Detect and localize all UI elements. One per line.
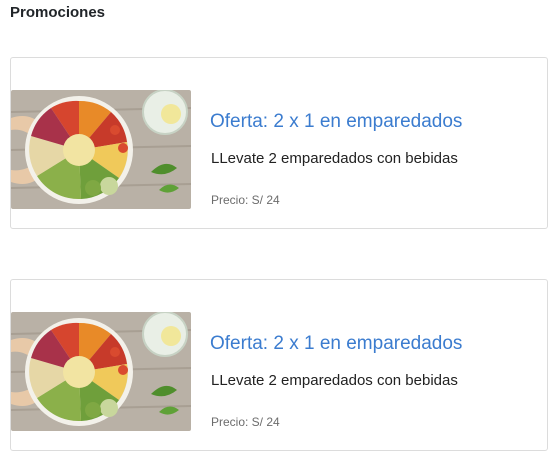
section-title: Promociones	[10, 4, 106, 21]
promotion-card[interactable]: Oferta: 2 x 1 en emparedados LLevate 2 e…	[10, 279, 548, 451]
promotion-price: Precio: S/ 24	[211, 415, 280, 429]
promotion-price: Precio: S/ 24	[211, 193, 280, 207]
promotion-title[interactable]: Oferta: 2 x 1 en emparedados	[210, 333, 462, 355]
promotion-title[interactable]: Oferta: 2 x 1 en emparedados	[210, 111, 462, 133]
promotion-description: LLevate 2 emparedados con bebidas	[211, 372, 458, 389]
promotion-image[interactable]	[11, 90, 191, 209]
promotion-description: LLevate 2 emparedados con bebidas	[211, 150, 458, 167]
promotion-card[interactable]: Oferta: 2 x 1 en emparedados LLevate 2 e…	[10, 57, 548, 229]
promotion-image[interactable]	[11, 312, 191, 431]
